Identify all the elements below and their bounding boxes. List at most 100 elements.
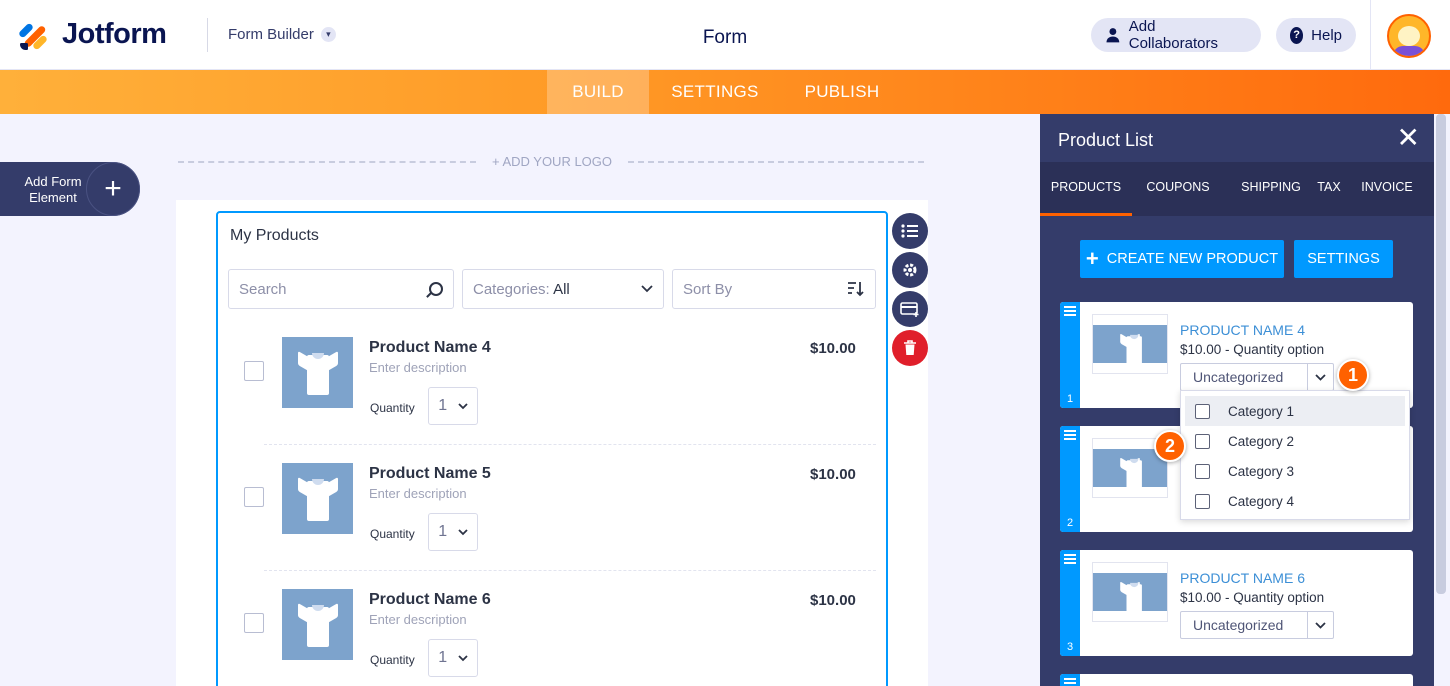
help-label: Help: [1311, 26, 1342, 44]
category-option[interactable]: Category 4: [1185, 486, 1405, 516]
product-image: [282, 589, 353, 660]
tshirt-icon: [1120, 333, 1142, 365]
panel-settings-button[interactable]: SETTINGS: [1294, 240, 1393, 278]
chevron-down-icon[interactable]: [1307, 364, 1333, 390]
product-price: $10.00: [810, 466, 856, 483]
category-checkbox[interactable]: [1195, 463, 1210, 479]
product-row: Product Name 4 Enter description Quantit…: [218, 323, 886, 449]
chevron-down-icon: [458, 402, 468, 409]
add-logo-link[interactable]: + ADD YOUR LOGO: [476, 154, 628, 169]
payment-card-icon[interactable]: [892, 291, 928, 327]
categories-value: All: [553, 280, 570, 298]
plus-icon[interactable]: +: [86, 162, 140, 216]
search-placeholder: Search: [239, 280, 287, 298]
card-product-name[interactable]: PRODUCT NAME 6: [1180, 570, 1305, 586]
category-checkbox[interactable]: [1195, 403, 1210, 419]
tshirt-icon: [1120, 457, 1142, 489]
product-description: Enter description: [369, 612, 467, 627]
category-value: Uncategorized: [1193, 369, 1284, 385]
product-thumbnail: [1092, 562, 1168, 622]
product-name: Product Name 6: [369, 591, 491, 608]
category-option-label: Category 4: [1228, 493, 1295, 509]
panel-header: Product List ✕: [1040, 114, 1434, 162]
category-option[interactable]: Category 3: [1185, 456, 1405, 486]
tab-publish[interactable]: PUBLISH: [792, 70, 892, 114]
search-icon: [429, 282, 443, 296]
product-price: $10.00: [810, 592, 856, 609]
category-checkbox[interactable]: [1195, 493, 1210, 509]
trash-icon[interactable]: [892, 330, 928, 366]
add-form-element-label: Add Form Element: [24, 174, 82, 205]
tab-coupons[interactable]: COUPONS: [1138, 162, 1218, 216]
callout-badge: 1: [1337, 359, 1369, 391]
form-builder-label: Form Builder: [228, 26, 314, 43]
user-icon: [1106, 28, 1120, 43]
gear-icon[interactable]: [892, 252, 928, 288]
category-select[interactable]: Uncategorized: [1180, 363, 1334, 391]
card-product-price: $10.00 - Quantity option: [1180, 590, 1325, 605]
product-search-input[interactable]: Search: [228, 269, 454, 309]
card-product-name[interactable]: PRODUCT NAME 4: [1180, 322, 1305, 338]
drag-handle[interactable]: 1: [1060, 302, 1080, 408]
callout-badge: 2: [1154, 430, 1186, 462]
quantity-select[interactable]: 1: [428, 387, 478, 425]
card-number: 1: [1066, 393, 1074, 405]
close-icon[interactable]: ✕: [1397, 124, 1420, 152]
panel-tabs: PRODUCTS COUPONS SHIPPING TAX INVOICE: [1040, 162, 1434, 216]
tab-build[interactable]: BUILD: [547, 70, 649, 114]
product-description: Enter description: [369, 360, 467, 375]
products-title: My Products: [230, 227, 319, 244]
sort-by-select[interactable]: Sort By: [672, 269, 876, 309]
add-collaborators-button[interactable]: Add Collaborators: [1091, 18, 1261, 52]
add-form-element[interactable]: Add Form Element +: [0, 162, 140, 216]
chevron-down-icon[interactable]: [1307, 612, 1333, 638]
sort-by-label: Sort By: [683, 280, 733, 298]
plus-icon: +: [1085, 246, 1099, 271]
tab-tax[interactable]: TAX: [1314, 162, 1344, 216]
card-number: 2: [1066, 517, 1074, 529]
tab-invoice[interactable]: INVOICE: [1358, 162, 1416, 216]
drag-handle[interactable]: 2: [1060, 426, 1080, 532]
categories-select[interactable]: Categories: All: [462, 269, 664, 309]
product-checkbox[interactable]: [244, 487, 264, 507]
create-product-label: CREATE NEW PRODUCT: [1106, 251, 1279, 267]
help-button[interactable]: ? Help: [1276, 18, 1356, 52]
row-divider: [264, 444, 876, 445]
create-new-product-button[interactable]: + CREATE NEW PRODUCT: [1080, 240, 1284, 278]
drag-handle[interactable]: 3: [1060, 550, 1080, 656]
quantity-select[interactable]: 1: [428, 513, 478, 551]
tab-settings[interactable]: SETTINGS: [660, 70, 770, 114]
add-collaborators-label: Add Collaborators: [1128, 18, 1218, 52]
product-checkbox[interactable]: [244, 613, 264, 633]
tab-shipping[interactable]: SHIPPING: [1236, 162, 1306, 216]
avatar-area: [1370, 0, 1450, 70]
form-builder-menu[interactable]: Form Builder ▾: [228, 26, 336, 43]
product-card[interactable]: [1060, 674, 1413, 686]
panel-scrollbar[interactable]: [1434, 114, 1450, 686]
avatar[interactable]: [1387, 14, 1431, 58]
product-description: Enter description: [369, 486, 467, 501]
product-image: [282, 337, 353, 408]
product-card[interactable]: 3 PRODUCT NAME 6 $10.00 - Quantity optio…: [1060, 550, 1413, 656]
category-checkbox[interactable]: [1195, 433, 1210, 449]
builder-nav: BUILD SETTINGS PUBLISH: [0, 70, 1450, 114]
drag-handle[interactable]: [1060, 674, 1080, 686]
products-widget[interactable]: My Products Search Categories: All Sort …: [216, 211, 888, 686]
category-option[interactable]: Category 1: [1185, 396, 1405, 426]
header-divider: [207, 18, 208, 52]
logo-dash-right: [628, 161, 924, 163]
tab-products[interactable]: PRODUCTS: [1040, 162, 1132, 216]
category-select[interactable]: Uncategorized: [1180, 611, 1334, 639]
product-price: $10.00: [810, 340, 856, 357]
quantity-select[interactable]: 1: [428, 639, 478, 677]
categories-label: Categories:: [473, 280, 550, 298]
product-checkbox[interactable]: [244, 361, 264, 381]
properties-list-icon[interactable]: [892, 213, 928, 249]
top-bar: Jotform Form Builder ▾ Form Add Collabor…: [0, 0, 1450, 70]
category-option[interactable]: Category 2: [1185, 426, 1405, 456]
card-number: 3: [1066, 641, 1074, 653]
product-name: Product Name 5: [369, 465, 491, 482]
tshirt-icon: [297, 602, 338, 647]
product-row: Product Name 5 Enter description Quantit…: [218, 449, 886, 575]
jotform-logo[interactable]: Jotform: [17, 18, 167, 51]
